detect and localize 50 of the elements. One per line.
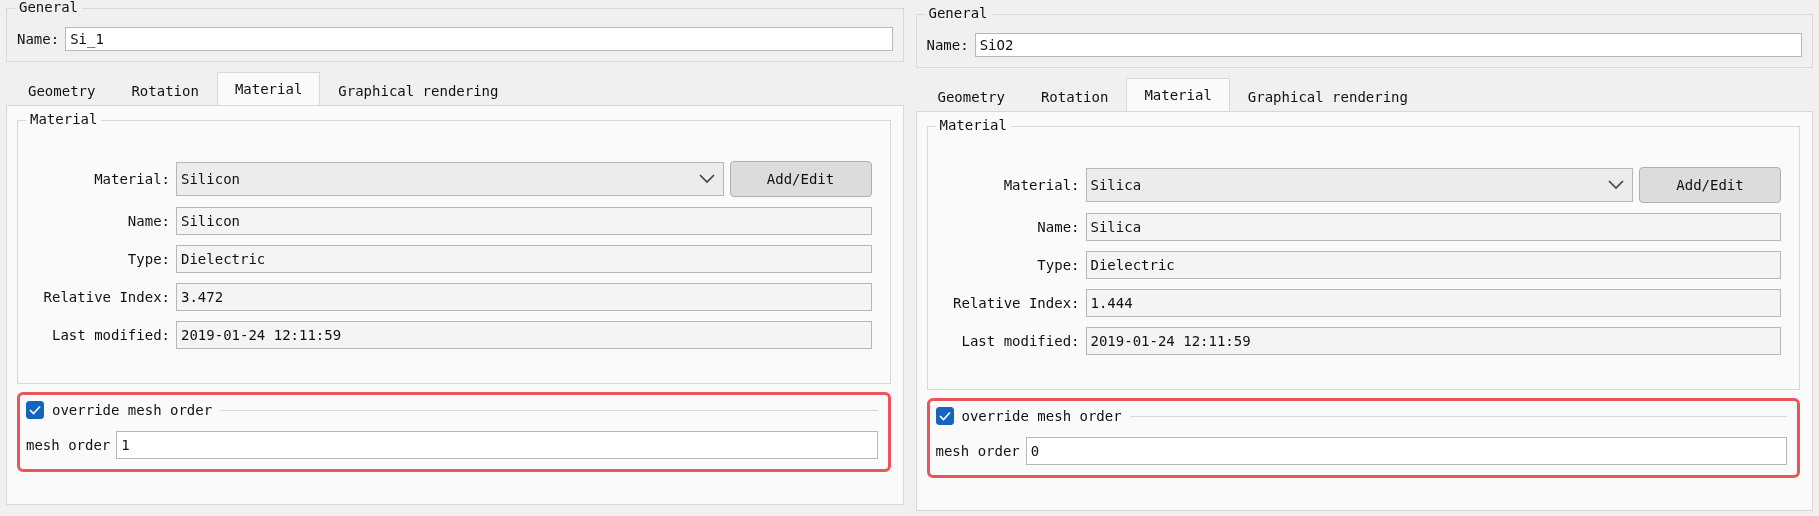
tab[interactable]: Graphical rendering	[320, 76, 517, 105]
field-label: Name:	[17, 31, 60, 47]
material-dropdown[interactable]: Silicon	[176, 162, 724, 196]
field-label: mesh order	[935, 443, 1020, 459]
tab[interactable]: Rotation	[113, 76, 217, 105]
field-label: Name:	[926, 37, 969, 53]
name-field[interactable]: Si_1	[65, 27, 893, 51]
mesh-order-field[interactable]: 1	[116, 431, 878, 459]
readonly-field: Silicon	[176, 207, 872, 235]
readonly-field: Dielectric	[176, 245, 872, 273]
readonly-field: Dielectric	[1085, 251, 1781, 279]
readonly-field: 1.444	[1085, 289, 1781, 317]
checkbox-label: override mesh order	[961, 408, 1122, 424]
add-edit-button[interactable]: Add/Edit	[729, 161, 872, 197]
group-title: General	[15, 0, 82, 15]
material-dropdown[interactable]: Silica	[1085, 168, 1633, 202]
field-label: Type:	[126, 251, 170, 267]
checkbox[interactable]	[935, 407, 954, 425]
chevron-down-icon	[1608, 180, 1624, 190]
field-label: Name:	[1036, 219, 1080, 235]
chevron-down-icon	[698, 174, 715, 184]
group-title: Material	[26, 111, 102, 127]
field-label: Relative Index:	[952, 295, 1080, 311]
checkbox[interactable]	[26, 401, 44, 419]
field-label: Name:	[126, 213, 170, 229]
tab[interactable]: Material	[216, 72, 321, 105]
checkmark-icon	[29, 405, 41, 415]
group-title: General	[924, 5, 992, 21]
field-label: Material:	[1002, 177, 1080, 193]
mesh-order-field[interactable]: 0	[1025, 437, 1787, 465]
name-field[interactable]: SiO2	[974, 33, 1802, 57]
readonly-field: 2019-01-24 12:11:59	[176, 321, 872, 349]
tab[interactable]: Rotation	[1022, 82, 1127, 111]
readonly-field: Silica	[1085, 213, 1781, 241]
add-edit-button[interactable]: Add/Edit	[1639, 167, 1781, 203]
tab[interactable]: Geometry	[919, 82, 1023, 111]
tab[interactable]: Material	[1126, 78, 1230, 111]
checkmark-icon	[938, 411, 951, 421]
readonly-field: 3.472	[176, 283, 872, 311]
field-label: Type:	[1036, 257, 1080, 273]
field-label: Last modified:	[960, 333, 1080, 349]
field-label: Last modified:	[51, 327, 170, 343]
field-label: Relative Index:	[42, 289, 170, 305]
field-label: Material:	[93, 171, 170, 187]
tab[interactable]: Graphical rendering	[1229, 82, 1426, 111]
field-label: mesh order	[26, 437, 111, 453]
group-title: Material	[935, 117, 1011, 133]
checkbox-label: override mesh order	[52, 402, 213, 418]
tab[interactable]: Geometry	[10, 76, 114, 105]
readonly-field: 2019-01-24 12:11:59	[1085, 327, 1781, 355]
